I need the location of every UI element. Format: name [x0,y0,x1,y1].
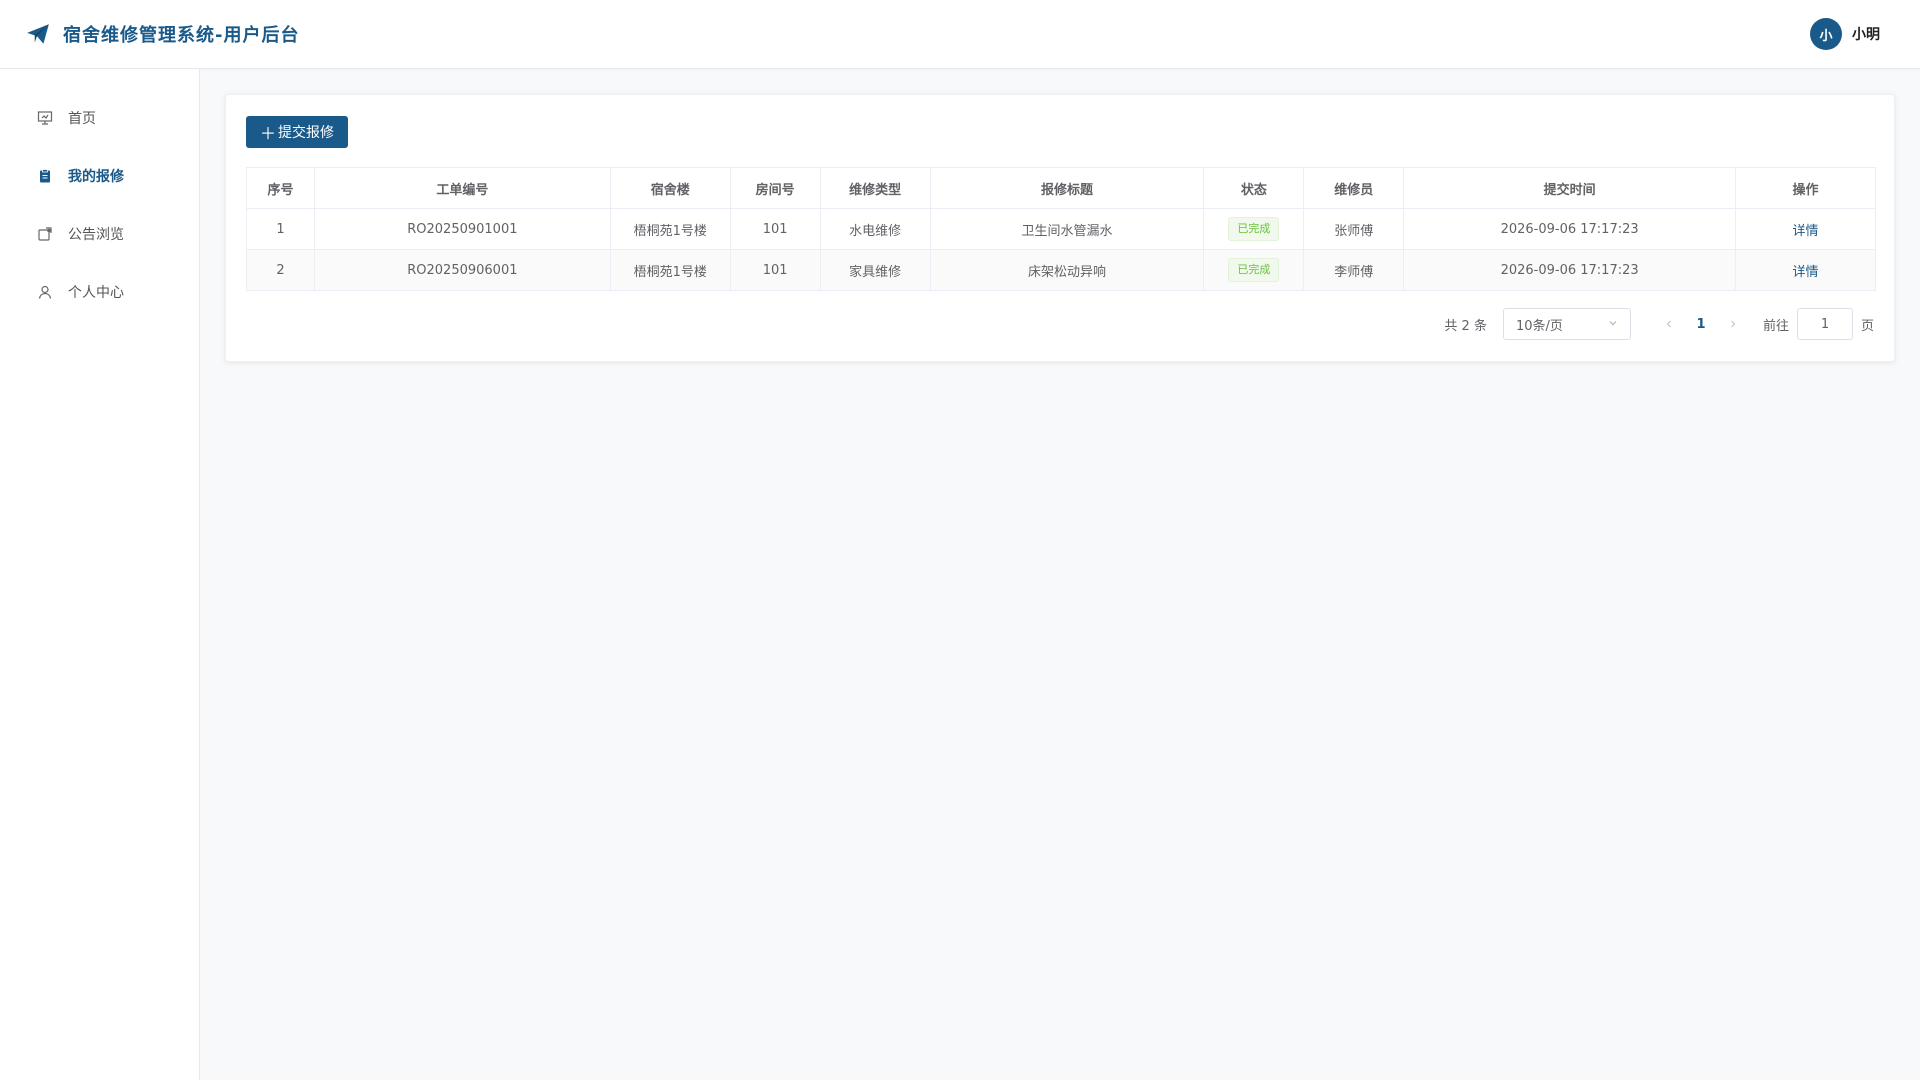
repair-table: 序号 工单编号 宿舍楼 房间号 维修类型 报修标题 状态 维修员 提交时间 操作… [246,167,1876,291]
goto-page-input[interactable] [1796,308,1853,340]
cell-status: 已完成 [1203,249,1305,291]
submit-repair-button[interactable]: ＋提交报修 [246,116,348,148]
goto-label: 前往 [1762,318,1789,334]
presentation-icon [36,109,54,127]
sidebar-item-label: 公告浏览 [68,227,124,243]
clipboard-icon [36,167,54,185]
prev-page-button[interactable] [1655,310,1683,338]
cell-type: 水电维修 [819,208,931,250]
pagination: 共 2 条 10条/页 1 前往 页 [1444,308,1874,340]
column-header: 维修员 [1303,167,1405,209]
cell-room: 101 [729,208,821,250]
top-header: 宿舍维修管理系统-用户后台 小 小明 [0,0,1920,69]
paper-plane-icon [25,21,51,47]
submit-repair-label: 提交报修 [278,125,334,141]
table-row: 1 RO20250901001 梧桐苑1号楼 101 水电维修 卫生间水管漏水 … [246,208,1876,250]
cell-room: 101 [729,249,821,291]
total-count: 共 2 条 [1444,318,1487,334]
page-size-value: 10条/页 [1515,318,1563,334]
cell-title: 卫生间水管漏水 [929,208,1205,250]
sidebar-item-label: 我的报修 [68,169,124,185]
goto-unit: 页 [1860,318,1874,334]
column-header: 序号 [246,167,315,209]
page-size-select[interactable]: 10条/页 [1502,308,1631,340]
cell-worker: 李师傅 [1303,249,1405,291]
sidebar-item-label: 首页 [68,111,96,127]
status-badge: 已完成 [1228,217,1280,241]
sidebar-item-my-repairs[interactable]: 我的报修 [0,147,199,205]
column-header: 状态 [1203,167,1305,209]
sidebar-item-notices[interactable]: 公告浏览 [0,205,199,263]
app-title: 宿舍维修管理系统-用户后台 [63,25,300,46]
cell-index: 2 [246,249,315,291]
column-header: 宿舍楼 [609,167,731,209]
column-header: 维修类型 [819,167,931,209]
cell-status: 已完成 [1203,208,1305,250]
cell-time: 2026-09-06 17:17:23 [1403,249,1737,291]
chevron-down-icon [1608,317,1618,332]
user-icon [36,283,54,301]
chevron-left-icon [1666,320,1671,328]
cell-time: 2026-09-06 17:17:23 [1403,208,1737,250]
cell-title: 床架松动异响 [929,249,1205,291]
repair-list-card: ＋提交报修 序号 工单编号 宿舍楼 房间号 维修类型 报修标题 状态 维修员 提… [225,94,1895,362]
sidebar-item-label: 个人中心 [68,285,124,301]
column-header: 提交时间 [1403,167,1737,209]
cell-building: 梧桐苑1号楼 [609,249,731,291]
sidebar-item-profile[interactable]: 个人中心 [0,263,199,321]
cell-order-no: RO20250901001 [313,208,611,250]
table-row: 2 RO20250906001 梧桐苑1号楼 101 家具维修 床架松动异响 已… [246,249,1876,291]
detail-link[interactable]: 详情 [1793,224,1819,239]
table-header-row: 序号 工单编号 宿舍楼 房间号 维修类型 报修标题 状态 维修员 提交时间 操作 [246,167,1876,209]
page-number[interactable]: 1 [1683,317,1719,332]
cell-worker: 张师傅 [1303,208,1405,250]
cell-action: 详情 [1735,249,1876,291]
column-header: 房间号 [729,167,821,209]
cell-order-no: RO20250906001 [313,249,611,291]
next-page-button[interactable] [1719,310,1747,338]
cell-type: 家具维修 [819,249,931,291]
plus-icon: ＋ [259,124,276,143]
brand: 宿舍维修管理系统-用户后台 [25,21,299,47]
column-header: 报修标题 [929,167,1205,209]
cell-action: 详情 [1735,208,1876,250]
sidebar: 首页 我的报修 公告浏览 个人中心 [0,69,200,1080]
avatar[interactable]: 小 [1810,18,1842,50]
sidebar-item-home[interactable]: 首页 [0,89,199,147]
column-header: 操作 [1735,167,1876,209]
cell-index: 1 [246,208,315,250]
notice-icon [36,225,54,243]
status-badge: 已完成 [1228,258,1280,282]
column-header: 工单编号 [313,167,611,209]
chevron-right-icon [1731,320,1736,328]
detail-link[interactable]: 详情 [1793,265,1819,280]
user-menu[interactable]: 小 小明 [1810,18,1880,50]
user-name[interactable]: 小明 [1852,24,1880,44]
cell-building: 梧桐苑1号楼 [609,208,731,250]
